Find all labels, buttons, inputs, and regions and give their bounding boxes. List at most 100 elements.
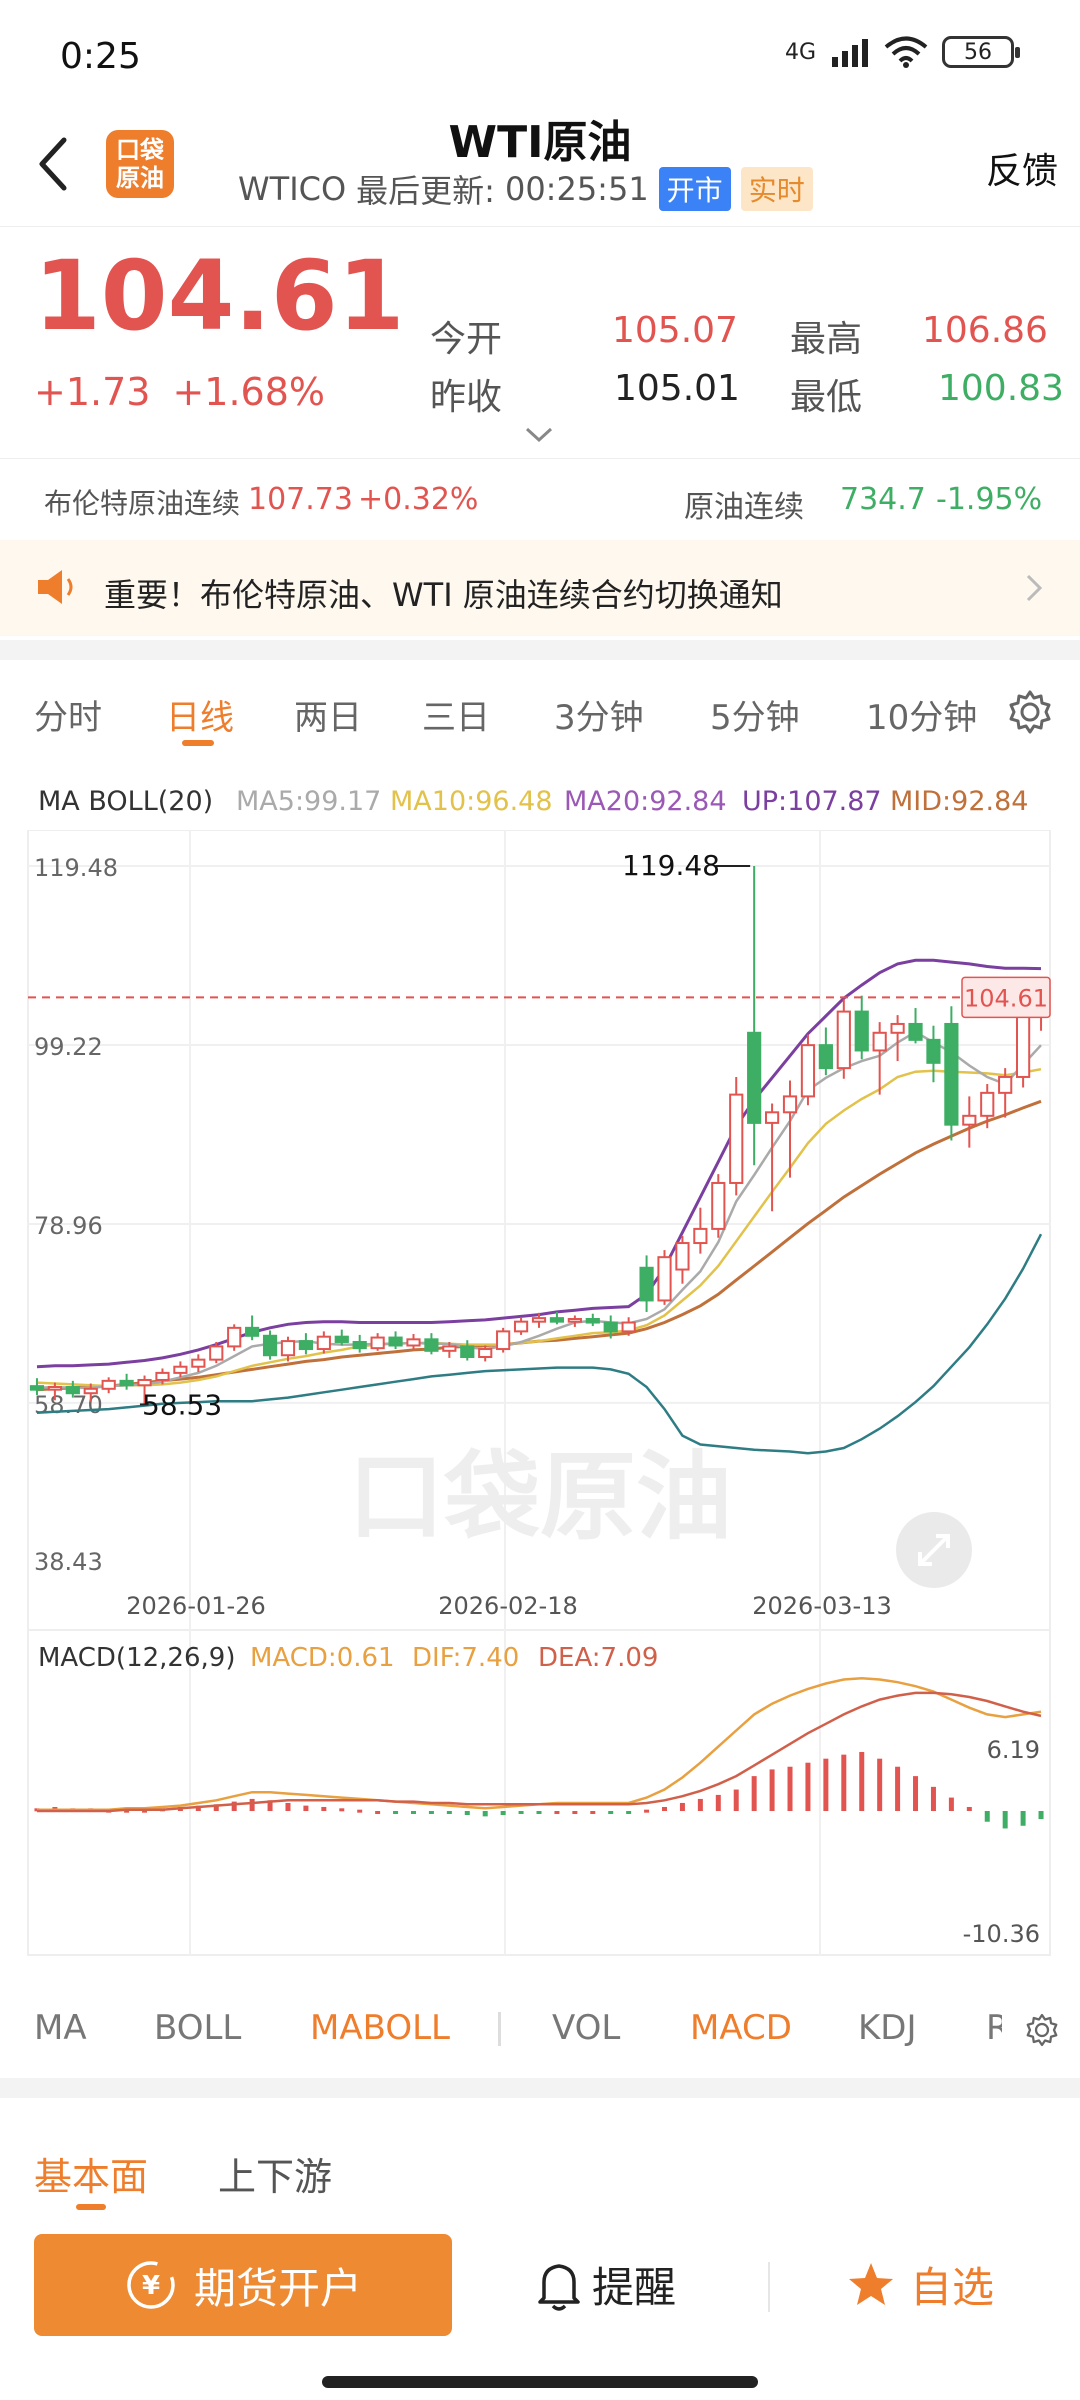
max-label: 119.48 [622, 849, 720, 882]
macd-histogram-bar [428, 1811, 434, 1815]
boll-up-legend: UP:107.87 [742, 786, 882, 817]
notice-text[interactable]: 重要！布伦特原油、WTI 原油连续合约切换通知 [104, 570, 783, 616]
tab-three-day[interactable]: 三日 [422, 690, 490, 739]
candle-body [603, 1321, 618, 1333]
y-tick-label: 38.43 [34, 1548, 103, 1576]
macd-histogram-bar [321, 1806, 327, 1812]
candle-body [478, 1348, 493, 1358]
macd-histogram-bar [1020, 1811, 1026, 1826]
candle-body [406, 1338, 421, 1347]
candle-body [29, 1385, 45, 1391]
favorite-label: 自选 [910, 2263, 995, 2312]
realtime-badge: 实时 [740, 167, 813, 211]
candle-body [818, 1044, 833, 1070]
indicator-boll[interactable]: BOLL [154, 2008, 241, 2048]
y-tick-label: 58.70 [34, 1391, 103, 1419]
candle-body [316, 1335, 331, 1351]
candle-body [65, 1386, 80, 1395]
macd-histogram-bar [715, 1794, 721, 1812]
boll-mid-legend: MID:92.84 [890, 786, 1029, 817]
candle-body [513, 1320, 529, 1333]
ma10-legend: MA10:96.48 [390, 786, 553, 817]
y-tick-label: 99.22 [34, 1033, 103, 1061]
macd-histogram-bar [410, 1811, 416, 1815]
x-tick-label: 2026-01-26 [126, 1592, 265, 1620]
open-label: 今开 [430, 319, 503, 360]
updated-time: 00:25:51 [504, 170, 649, 208]
brent-change[interactable]: +0.32% [358, 482, 478, 517]
tab-fundamentals[interactable]: 基本面 [34, 2146, 148, 2201]
subtab-underline [76, 2204, 106, 2210]
wifi-icon [884, 36, 928, 68]
candle-body [173, 1365, 188, 1374]
brent-label[interactable]: 布伦特原油连续 [44, 482, 240, 522]
macd-histogram-bar [375, 1811, 381, 1815]
macd-axis-top: 6.19 [987, 1736, 1040, 1764]
tab-5min[interactable]: 5分钟 [710, 690, 800, 739]
candle-body [137, 1378, 152, 1387]
macd-chart[interactable]: MACD(12,26,9) MACD:0.61 DIF:7.40 DEA:7.09 6.… [0, 1630, 1080, 1960]
candle-body [764, 1111, 780, 1124]
current-price-label: 104.61 [964, 984, 1048, 1012]
indicator-settings-icon[interactable] [1024, 2012, 1060, 2048]
indicator-ma[interactable]: MA [34, 2008, 87, 2048]
indicator-kdj[interactable]: KDJ [858, 2008, 917, 2048]
candle-body [980, 1091, 995, 1117]
star-icon [849, 2262, 893, 2305]
macd-histogram-bar [984, 1811, 990, 1822]
tab-two-day[interactable]: 两日 [294, 690, 362, 739]
indicator-macd[interactable]: MACD [690, 2008, 792, 2048]
settings-gear-icon[interactable] [1006, 688, 1054, 736]
indicator-r[interactable]: R [986, 2008, 1002, 2048]
macd-histogram-bar [608, 1811, 614, 1815]
feedback-button[interactable]: 反馈 [986, 142, 1058, 194]
subtitle: WTICO 最后更新: 00:25:51 开市 实时 [238, 166, 813, 212]
candle-body [836, 1010, 851, 1070]
open-account-button[interactable]: ¥ 期货开户 [34, 2234, 452, 2336]
boll-upper-line [36, 958, 1042, 1369]
indicator-vol[interactable]: VOL [552, 2008, 620, 2048]
tab-3min[interactable]: 3分钟 [554, 690, 644, 739]
candle-body [711, 1181, 726, 1230]
tab-supply-chain[interactable]: 上下游 [218, 2146, 332, 2201]
tab-10min[interactable]: 10分钟 [866, 690, 977, 739]
candle-body [334, 1335, 349, 1343]
macd-histogram-bar [393, 1811, 399, 1815]
macd-histogram-bar [895, 1766, 901, 1812]
page-title: WTI原油 [448, 117, 632, 168]
expand-chevron-icon[interactable] [524, 426, 554, 444]
network-label: 4G [784, 39, 816, 65]
macd-histogram-bar [482, 1811, 488, 1817]
candle-body [872, 1031, 887, 1052]
candle-body [639, 1266, 654, 1302]
tab-daily[interactable]: 日线 [166, 690, 234, 739]
indicator-maboll[interactable]: MABOLL [310, 2008, 450, 2048]
tab-timeshare[interactable]: 分时 [34, 690, 102, 739]
candle-body [370, 1336, 385, 1350]
remind-button[interactable]: 提醒 [536, 2254, 676, 2315]
macd-histogram-bar [733, 1789, 739, 1812]
brent-value[interactable]: 107.73 [248, 482, 353, 517]
chevron-right-icon[interactable] [1024, 572, 1044, 604]
crude-value[interactable]: 734.7 [840, 482, 926, 517]
macd-histogram-bar [518, 1811, 524, 1815]
macd-histogram-bar [823, 1758, 829, 1812]
macd-histogram-bar [697, 1798, 703, 1812]
boll-legend-name: MA BOLL(20) [38, 786, 214, 817]
bottom-divider [768, 2262, 770, 2312]
crude-label[interactable]: 原油连续 [684, 482, 804, 526]
crude-change[interactable]: -1.95% [936, 482, 1042, 517]
min-label: 58.53 [142, 1388, 222, 1421]
high-value: 106.86 [922, 310, 1048, 351]
favorite-button[interactable]: 自选 [846, 2254, 994, 2315]
candlestick-chart[interactable]: 口袋原油 119.48 99.22 78.96 58.70 38.43 104.61 119.… [0, 830, 1080, 1630]
candle-body [155, 1371, 170, 1381]
svg-text:¥: ¥ [142, 2271, 160, 2301]
speaker-icon [38, 570, 73, 604]
low-label: 最低 [790, 377, 863, 418]
candle-body [191, 1358, 206, 1368]
y-tick-label: 119.48 [34, 854, 118, 882]
boll-mid-line [36, 1099, 1042, 1392]
macd-histogram-bar [626, 1811, 632, 1815]
macd-histogram-bar [859, 1751, 865, 1812]
